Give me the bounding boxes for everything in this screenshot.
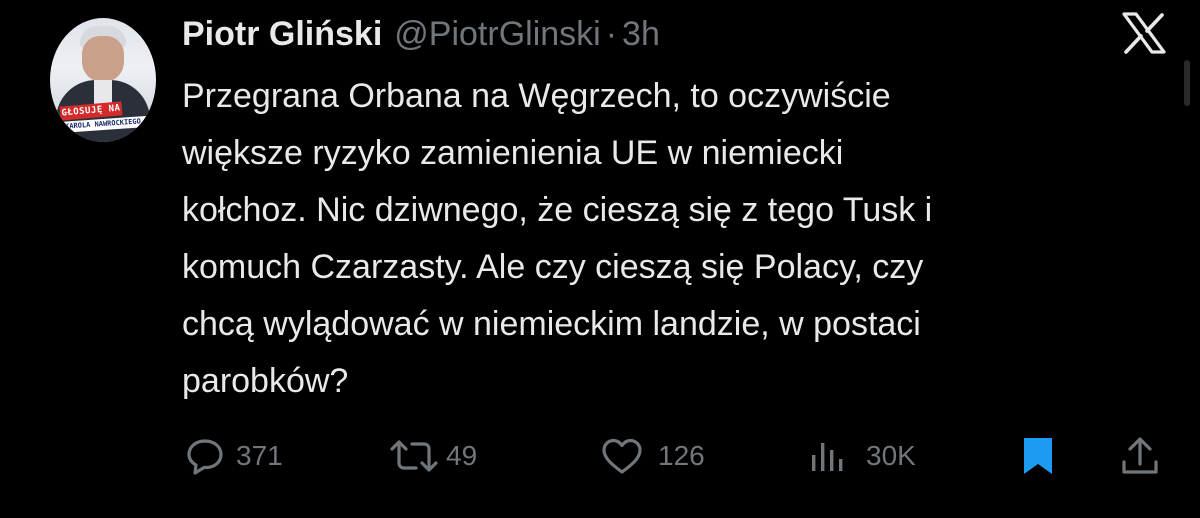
repost-button[interactable]: 49: [388, 428, 477, 484]
repost-count: 49: [446, 440, 478, 471]
like-count: 126: [658, 440, 705, 471]
tweet-text-line: większe ryzyko zamienienia UE w niemieck…: [182, 134, 844, 172]
tweet: GŁOSUJĘ NA KAROLA NAWROCKIEGO Piotr Gliń…: [0, 0, 1200, 518]
tweet-text: Przegrana Orbana na Węgrzech, to oczywiś…: [182, 68, 1182, 410]
avatar[interactable]: GŁOSUJĘ NA KAROLA NAWROCKIEGO: [50, 18, 156, 142]
repost-icon: [388, 435, 440, 477]
x-logo-icon: [1122, 12, 1166, 54]
bookmark-icon: [1018, 434, 1058, 478]
timestamp[interactable]: 3h: [622, 15, 660, 54]
like-button[interactable]: 126: [600, 428, 705, 484]
views-icon: [808, 435, 848, 477]
avatar-face: [82, 36, 124, 82]
author-name[interactable]: Piotr Gliński: [182, 15, 382, 54]
tweet-text-line: komuch Czarzasty. Ale czy cieszą się Pol…: [182, 248, 924, 286]
author-handle[interactable]: @PiotrGlinski: [394, 15, 600, 54]
reply-icon: [184, 435, 226, 477]
share-button[interactable]: [1118, 428, 1162, 484]
bookmark-button[interactable]: [1018, 428, 1058, 484]
tweet-text-line: kołchoz. Nic dziwnego, że cieszą się z t…: [182, 191, 933, 229]
scroll-indicator: [1184, 60, 1190, 106]
tweet-text-line: parobków?: [182, 362, 349, 400]
action-bar: 371 49 126 30K: [0, 428, 1200, 484]
reply-count: 371: [236, 440, 283, 471]
views-button[interactable]: 30K: [808, 428, 916, 484]
tweet-text-line: Przegrana Orbana na Węgrzech, to oczywiś…: [182, 77, 891, 115]
separator-dot: ·: [605, 14, 618, 53]
heart-icon: [600, 435, 644, 477]
views-count: 30K: [866, 440, 916, 471]
tweet-header: Piotr Gliński @PiotrGlinski · 3h: [182, 12, 660, 56]
tweet-text-line: chcą wylądować w niemieckim landzie, w p…: [182, 305, 921, 343]
share-icon: [1118, 434, 1162, 478]
reply-button[interactable]: 371: [184, 428, 283, 484]
